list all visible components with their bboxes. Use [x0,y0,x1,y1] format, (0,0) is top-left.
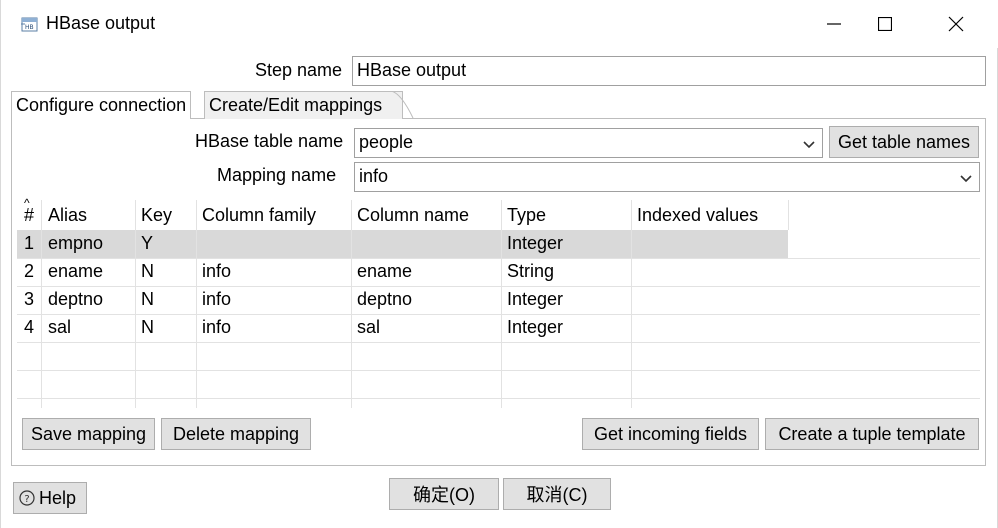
tab-edge-decoration [391,91,414,119]
hbase-table-name-value: people [359,132,414,152]
maximize-icon [878,17,892,31]
column-name-cell[interactable]: ename [352,258,417,286]
indexed-values-cell[interactable] [632,286,642,314]
grid-row-divider [17,398,980,399]
tab-configure-connection[interactable]: Configure connection [11,91,192,119]
help-icon: ? [19,490,35,506]
grid-row-divider [17,286,980,287]
column-header[interactable]: Alias [43,202,92,230]
grid-divider [788,200,789,230]
window-title: HBase output [46,13,156,33]
indexed-values-cell[interactable] [632,314,642,342]
chevron-down-icon[interactable] [957,169,975,187]
grid-row-divider [17,342,980,343]
column-header[interactable]: # [19,202,39,230]
cancel-button[interactable]: 取消(C) [503,478,611,510]
column-family-cell[interactable]: info [197,258,236,286]
row-number: 3 [24,289,35,309]
column-name-cell[interactable]: sal [352,314,385,342]
row-number: 4 [24,317,35,337]
key-cell[interactable]: N [136,314,159,342]
get-table-names-button[interactable]: Get table names [829,126,979,158]
create-tuple-template-button[interactable]: Create a tuple template [765,418,979,450]
get-incoming-fields-button[interactable]: Get incoming fields [582,418,759,450]
row-number: 2 [24,261,35,281]
type-cell[interactable]: Integer [502,286,568,314]
save-mapping-button[interactable]: Save mapping [22,418,155,450]
indexed-values-cell[interactable] [632,230,642,258]
type-cell[interactable]: Integer [502,230,568,258]
help-button[interactable]: ? Help [13,482,87,514]
hbase-table-name-combo[interactable]: people [354,128,823,158]
alias-cell[interactable]: empno [43,230,108,258]
step-name-input[interactable]: HBase output [352,56,986,86]
grid-row-divider [17,314,980,315]
column-header[interactable]: Indexed values [632,202,763,230]
step-name-label: Step name [255,60,343,80]
row-number: 1 [24,233,35,253]
alias-cell[interactable]: sal [43,314,76,342]
grid-row-divider [17,370,980,371]
column-header[interactable]: Key [136,202,177,230]
column-family-cell[interactable] [197,230,207,258]
grid-row-divider [17,258,980,259]
column-family-cell[interactable]: info [197,314,236,342]
title-bar[interactable]: HB HBase output [1,0,998,48]
mapping-name-label: Mapping name [217,165,337,185]
svg-text:?: ? [24,494,29,505]
type-cell[interactable]: Integer [502,314,568,342]
close-button[interactable] [923,0,989,48]
selected-row-highlight [17,230,788,258]
maximize-button[interactable] [852,0,918,48]
key-cell[interactable]: Y [136,230,158,258]
column-header[interactable]: Type [502,202,551,230]
help-label: Help [39,487,77,508]
mapping-table[interactable]: ^ # Alias Key Column family Column name … [17,196,980,408]
minimize-icon [827,23,841,25]
column-name-cell[interactable]: deptno [352,286,417,314]
column-header[interactable]: Column name [352,202,474,230]
column-header[interactable]: Column family [197,202,321,230]
tab-create-edit-mappings[interactable]: Create/Edit mappings [204,91,404,119]
key-cell[interactable]: N [136,286,159,314]
ok-button[interactable]: 确定(O) [389,478,499,510]
grid-divider [41,200,42,408]
tab-label: Create/Edit mappings [209,95,383,115]
column-family-cell[interactable]: info [197,286,236,314]
key-cell[interactable]: N [136,258,159,286]
hbase-app-icon: HB [21,17,38,32]
hbase-table-name-label: HBase table name [195,131,344,151]
mapping-name-combo[interactable]: info [354,162,980,192]
column-name-cell[interactable] [352,230,362,258]
mapping-name-value: info [359,166,389,186]
alias-cell[interactable]: ename [43,258,108,286]
hbase-output-dialog: HB HBase output Step name HBase output C… [0,0,998,528]
type-cell[interactable]: String [502,258,559,286]
alias-cell[interactable]: deptno [43,286,108,314]
close-icon [948,16,964,32]
indexed-values-cell[interactable] [632,258,642,286]
delete-mapping-button[interactable]: Delete mapping [161,418,311,450]
chevron-down-icon[interactable] [800,135,818,153]
svg-text:HB: HB [25,24,34,31]
